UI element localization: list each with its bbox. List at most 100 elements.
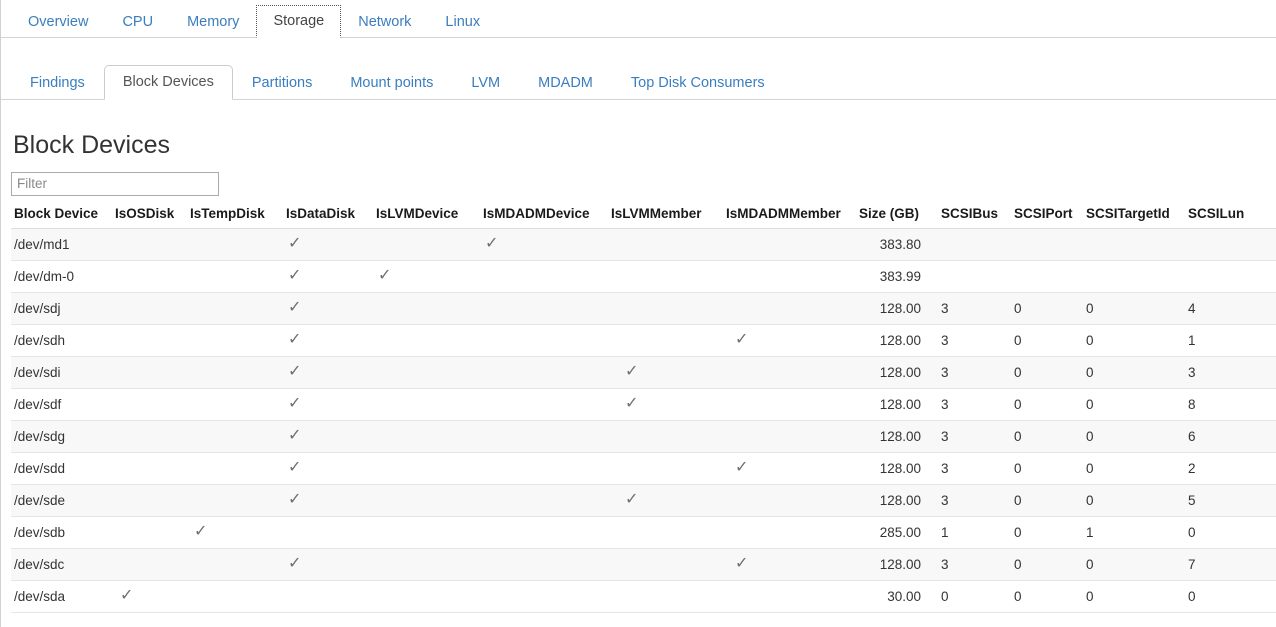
table-row[interactable]: /dev/sdb✓285.001010 — [11, 516, 1276, 548]
column-header-isdatadisk[interactable]: IsDataDisk — [286, 206, 376, 229]
table-row[interactable]: /dev/sda✓30.000000 — [11, 580, 1276, 612]
cell-istempdisk — [190, 356, 286, 388]
cell-block-device: /dev/sdd — [11, 452, 115, 484]
primary-tab-storage[interactable]: Storage — [256, 5, 341, 39]
secondary-tab-block-devices[interactable]: Block Devices — [104, 65, 233, 101]
check-icon: ✓ — [735, 556, 748, 572]
cell-scsiport: 0 — [1012, 548, 1084, 580]
table-row[interactable]: /dev/sdi✓✓128.003003 — [11, 356, 1276, 388]
column-header-scsibus[interactable]: SCSIBus — [939, 206, 1012, 229]
column-header-isosdisk[interactable]: IsOSDisk — [115, 206, 190, 229]
secondary-tab-top-disk-consumers[interactable]: Top Disk Consumers — [612, 66, 784, 101]
cell-isdatadisk: ✓ — [286, 452, 376, 484]
filter-input[interactable] — [11, 172, 219, 196]
cell-islvmdevice — [376, 580, 483, 612]
primary-tab-memory[interactable]: Memory — [170, 6, 256, 39]
cell-isdatadisk: ✓ — [286, 356, 376, 388]
column-header-block-device[interactable]: Block Device — [11, 206, 115, 229]
primary-tab-overview[interactable]: Overview — [11, 6, 105, 39]
table-body: /dev/md1✓✓383.80/dev/dm-0✓✓383.99/dev/sd… — [11, 228, 1276, 612]
primary-tab-cpu[interactable]: CPU — [105, 6, 170, 39]
cell-size-gb: 128.00 — [859, 420, 939, 452]
column-header-scsilun[interactable]: SCSILun — [1186, 206, 1276, 229]
cell-scsiport: 0 — [1012, 356, 1084, 388]
column-header-ismdadmmember[interactable]: IsMDADMMember — [726, 206, 859, 229]
cell-scsiport: 0 — [1012, 516, 1084, 548]
table-row[interactable]: /dev/sdj✓128.003004 — [11, 292, 1276, 324]
cell-islvmdevice — [376, 484, 483, 516]
cell-ismdadmdevice — [483, 324, 611, 356]
cell-islvmmember — [611, 580, 726, 612]
check-icon: ✓ — [288, 332, 301, 348]
cell-scsiport: 0 — [1012, 420, 1084, 452]
cell-isosdisk — [115, 388, 190, 420]
cell-scsibus: 3 — [939, 388, 1012, 420]
cell-block-device: /dev/sdh — [11, 324, 115, 356]
cell-ismdadmmember — [726, 260, 859, 292]
column-header-scsiport[interactable]: SCSIPort — [1012, 206, 1084, 229]
cell-ismdadmmember — [726, 420, 859, 452]
check-icon: ✓ — [120, 588, 133, 604]
cell-istempdisk — [190, 292, 286, 324]
primary-tab-network[interactable]: Network — [341, 6, 428, 39]
primary-tab-linux[interactable]: Linux — [428, 6, 497, 39]
secondary-tab-mdadm[interactable]: MDADM — [519, 66, 612, 101]
cell-istempdisk — [190, 484, 286, 516]
column-header-scsitargetid[interactable]: SCSITargetId — [1084, 206, 1186, 229]
secondary-tab-findings[interactable]: Findings — [11, 66, 104, 101]
check-icon: ✓ — [288, 300, 301, 316]
cell-isdatadisk: ✓ — [286, 228, 376, 260]
cell-scsiport: 0 — [1012, 324, 1084, 356]
cell-scsitargetid: 0 — [1084, 356, 1186, 388]
column-header-islvmdevice[interactable]: IsLVMDevice — [376, 206, 483, 229]
cell-ismdadmdevice — [483, 356, 611, 388]
cell-scsilun: 8 — [1186, 388, 1276, 420]
cell-scsibus: 3 — [939, 484, 1012, 516]
column-header-ismdadmdevice[interactable]: IsMDADMDevice — [483, 206, 611, 229]
cell-ismdadmmember — [726, 228, 859, 260]
table-row[interactable]: /dev/sdd✓✓128.003002 — [11, 452, 1276, 484]
check-icon: ✓ — [288, 556, 301, 572]
check-icon: ✓ — [288, 428, 301, 444]
cell-islvmmember — [611, 420, 726, 452]
cell-block-device: /dev/sdc — [11, 548, 115, 580]
cell-ismdadmmember — [726, 484, 859, 516]
table-row[interactable]: /dev/sdg✓128.003006 — [11, 420, 1276, 452]
column-header-islvmmember[interactable]: IsLVMMember — [611, 206, 726, 229]
cell-scsiport: 0 — [1012, 452, 1084, 484]
cell-scsitargetid — [1084, 260, 1186, 292]
cell-block-device: /dev/sdb — [11, 516, 115, 548]
cell-islvmmember: ✓ — [611, 356, 726, 388]
cell-islvmdevice — [376, 452, 483, 484]
secondary-tab-mount-points[interactable]: Mount points — [331, 66, 452, 101]
cell-islvmdevice — [376, 548, 483, 580]
cell-islvmmember: ✓ — [611, 484, 726, 516]
secondary-tab-partitions[interactable]: Partitions — [233, 66, 331, 101]
column-header-size-gb[interactable]: Size (GB) — [859, 206, 939, 229]
cell-ismdadmmember: ✓ — [726, 324, 859, 356]
cell-scsiport — [1012, 228, 1084, 260]
cell-isosdisk — [115, 324, 190, 356]
cell-size-gb: 128.00 — [859, 452, 939, 484]
cell-scsitargetid: 0 — [1084, 484, 1186, 516]
cell-istempdisk: ✓ — [190, 516, 286, 548]
cell-scsilun: 1 — [1186, 324, 1276, 356]
cell-isdatadisk: ✓ — [286, 324, 376, 356]
table-row[interactable]: /dev/dm-0✓✓383.99 — [11, 260, 1276, 292]
cell-ismdadmmember — [726, 356, 859, 388]
cell-islvmmember: ✓ — [611, 388, 726, 420]
cell-scsiport: 0 — [1012, 388, 1084, 420]
table-row[interactable]: /dev/sde✓✓128.003005 — [11, 484, 1276, 516]
table-row[interactable]: /dev/md1✓✓383.80 — [11, 228, 1276, 260]
column-header-istempdisk[interactable]: IsTempDisk — [190, 206, 286, 229]
table-row[interactable]: /dev/sdc✓✓128.003007 — [11, 548, 1276, 580]
cell-size-gb: 128.00 — [859, 324, 939, 356]
cell-ismdadmdevice — [483, 420, 611, 452]
cell-size-gb: 30.00 — [859, 580, 939, 612]
cell-islvmmember — [611, 548, 726, 580]
secondary-tab-lvm[interactable]: LVM — [452, 66, 519, 101]
table-row[interactable]: /dev/sdf✓✓128.003008 — [11, 388, 1276, 420]
cell-islvmdevice — [376, 292, 483, 324]
table-row[interactable]: /dev/sdh✓✓128.003001 — [11, 324, 1276, 356]
cell-islvmmember — [611, 324, 726, 356]
